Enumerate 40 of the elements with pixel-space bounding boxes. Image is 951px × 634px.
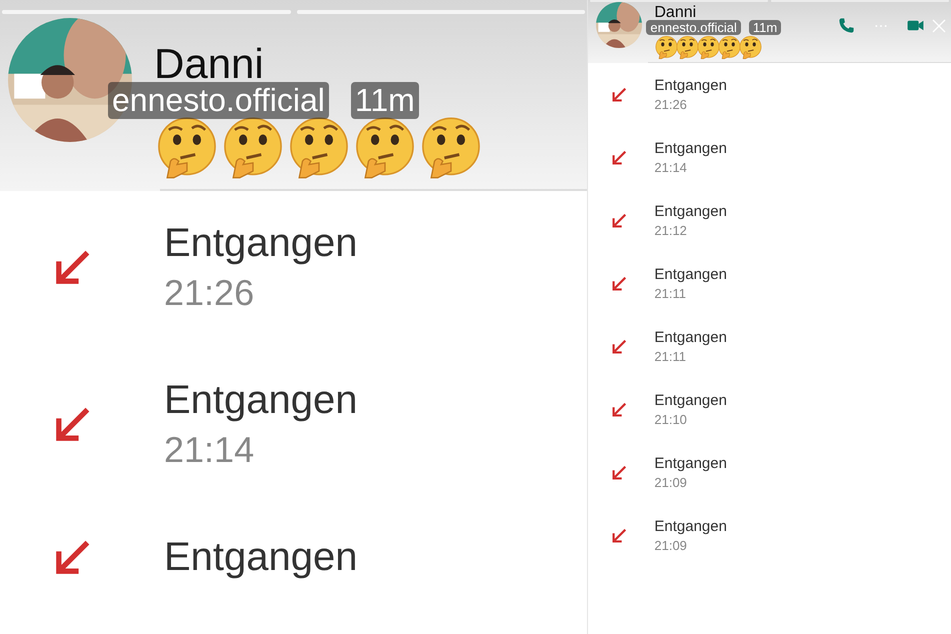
call-status: Entgangen (654, 329, 727, 346)
call-status: Entgangen (654, 266, 727, 283)
call-time: 21:26 (654, 97, 688, 112)
contact-name: Danni (654, 4, 698, 22)
call-status: Entgangen (654, 140, 727, 157)
missed-call-arrow-icon (610, 400, 628, 418)
missed-call-arrow-icon (610, 148, 628, 166)
call-time: 21:26 (164, 272, 256, 314)
call-status: Entgangen (164, 535, 358, 580)
account-name: ennesto.official (108, 82, 329, 119)
post-age: 11m (748, 20, 782, 35)
call-status: Entgangen (164, 378, 358, 423)
thinking-face-icon (738, 35, 764, 60)
thinking-face-icon (696, 35, 722, 60)
call-time: 21:09 (654, 475, 688, 490)
call-status: Entgangen (654, 77, 727, 94)
missed-call-arrow-icon (610, 338, 628, 356)
missed-call-arrow-icon (610, 86, 628, 104)
missed-call-arrow-icon (610, 212, 628, 230)
call-time: 21:10 (654, 412, 688, 427)
call-status: Entgangen (654, 392, 727, 409)
call-time: 21:09 (654, 538, 688, 553)
thinking-face-icon (717, 35, 742, 60)
missed-call-arrow-icon (610, 464, 628, 482)
phone-icon[interactable] (837, 16, 856, 35)
thinking-face-icon (654, 35, 680, 60)
call-time: 21:11 (654, 349, 687, 364)
call-status: Entgangen (654, 518, 727, 535)
call-status: Entgangen (654, 203, 727, 220)
post-age: 11m (350, 82, 419, 119)
call-time: 21:11 (654, 286, 687, 301)
missed-call-arrow-icon (610, 526, 628, 544)
call-status: Entgangen (164, 221, 358, 266)
account-name: ennesto.official (646, 20, 741, 35)
missed-call-arrow-icon (610, 274, 628, 292)
call-time: 21:14 (654, 160, 688, 175)
thinking-face-icon (675, 35, 700, 60)
call-status: Entgangen (654, 455, 727, 472)
call-time: 21:12 (654, 223, 688, 238)
call-time: 21:14 (164, 429, 256, 471)
